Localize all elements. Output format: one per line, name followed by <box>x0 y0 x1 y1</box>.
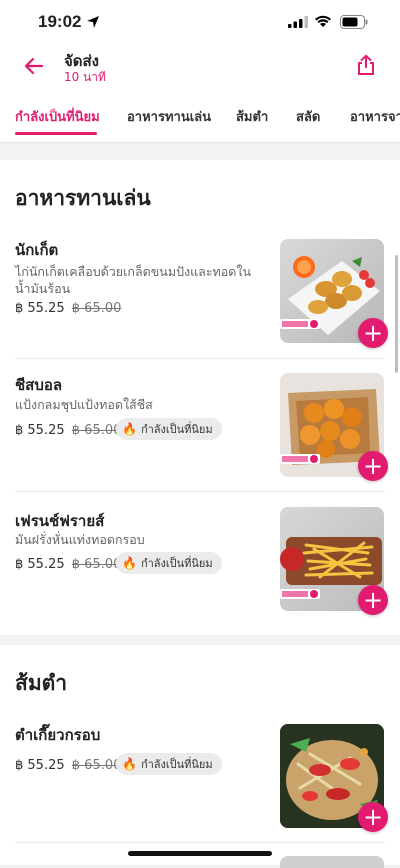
item-name: เฟรนช์ฟรายส์ <box>15 512 105 530</box>
current-price: ฿ 55.25 <box>15 758 65 773</box>
section-appetizers: อาหารทานเล่น นักเก็ต ไก่นักเก็ตเคลือบด้ว… <box>0 160 400 635</box>
active-tab-indicator <box>15 132 97 135</box>
scrollbar[interactable] <box>395 255 398 373</box>
item-name: ตำเกี๊ยวกรอบ <box>15 726 101 744</box>
fire-icon: 🔥 <box>122 757 137 771</box>
original-price: ฿ 65.00 <box>71 423 122 438</box>
divider <box>15 491 385 492</box>
fire-icon: 🔥 <box>122 556 137 570</box>
current-price: ฿ 55.25 <box>15 423 65 438</box>
share-icon[interactable] <box>355 54 377 76</box>
section-title: อาหารทานเล่น <box>15 186 151 210</box>
location-arrow-icon <box>87 16 99 28</box>
item-description: มันฝรั่งหั่นแท่งทอดกรอบ <box>15 532 145 547</box>
category-tabs: กำลังเป็นที่นิยม อาหารทานเล่น ส้มตำ สลัด… <box>0 92 400 143</box>
section-somtam: ส้มตำ ตำเกี๊ยวกรอบ ฿ 55.25 ฿ 65.00 🔥 กำลั… <box>0 645 400 868</box>
cellular-signal-icon <box>288 16 308 28</box>
back-arrow-icon[interactable] <box>24 56 44 76</box>
current-price: ฿ 55.25 <box>15 301 65 316</box>
badge-label: กำลังเป็นที่นิยม <box>140 557 213 570</box>
tab-salad[interactable]: สลัด <box>296 106 320 127</box>
tab-popular[interactable]: กำลังเป็นที่นิยม <box>15 106 100 127</box>
next-item-image-peek <box>280 856 384 868</box>
current-price: ฿ 55.25 <box>15 557 65 572</box>
badge-label: กำลังเป็นที่นิยม <box>140 423 213 436</box>
item-price: ฿ 55.25 ฿ 65.00 <box>15 758 121 773</box>
item-price: ฿ 55.25 ฿ 65.00 <box>15 557 121 572</box>
battery-icon <box>340 15 368 29</box>
item-price: ฿ 55.25 ฿ 65.00 <box>15 301 121 316</box>
divider <box>15 358 385 359</box>
status-time: 19:02 <box>38 12 82 31</box>
original-price: ฿ 65.00 <box>71 758 122 773</box>
badge-label: กำลังเป็นที่นิยม <box>140 758 213 771</box>
add-to-cart-button[interactable]: + <box>358 585 388 615</box>
original-price: ฿ 65.00 <box>71 301 122 316</box>
top-bar: จัดส่ง 10 นาที <box>0 44 400 92</box>
home-indicator <box>128 851 272 856</box>
popular-badge: 🔥 กำลังเป็นที่นิยม <box>116 418 222 440</box>
tab-somtam[interactable]: ส้มตำ <box>236 106 268 127</box>
tab-appetizers[interactable]: อาหารทานเล่น <box>127 106 211 127</box>
fire-icon: 🔥 <box>122 422 137 436</box>
add-to-cart-button[interactable]: + <box>358 802 388 832</box>
item-price: ฿ 55.25 ฿ 65.00 <box>15 423 121 438</box>
wifi-icon <box>315 15 331 27</box>
add-to-cart-button[interactable]: + <box>358 318 388 348</box>
item-description: ไก่นักเก็ตเคลือบด้วยเกล็ดขนมปังและทอดในน… <box>15 264 252 296</box>
delivery-time: 10 นาที <box>64 70 106 84</box>
item-name: นักเก็ต <box>15 241 59 259</box>
add-to-cart-button[interactable]: + <box>358 451 388 481</box>
popular-badge: 🔥 กำลังเป็นที่นิยม <box>116 753 222 775</box>
divider <box>15 842 385 843</box>
item-description: แป้งกลมชุปแป้งทอดใส้ชีส <box>15 397 153 412</box>
item-name: ชีสบอล <box>15 376 63 394</box>
popular-badge: 🔥 กำลังเป็นที่นิยม <box>116 552 222 574</box>
tab-main-dishes[interactable]: อาหารจาน <box>350 106 400 127</box>
section-title: ส้มตำ <box>15 671 68 695</box>
original-price: ฿ 65.00 <box>71 557 122 572</box>
status-bar: 19:02 <box>0 0 400 44</box>
